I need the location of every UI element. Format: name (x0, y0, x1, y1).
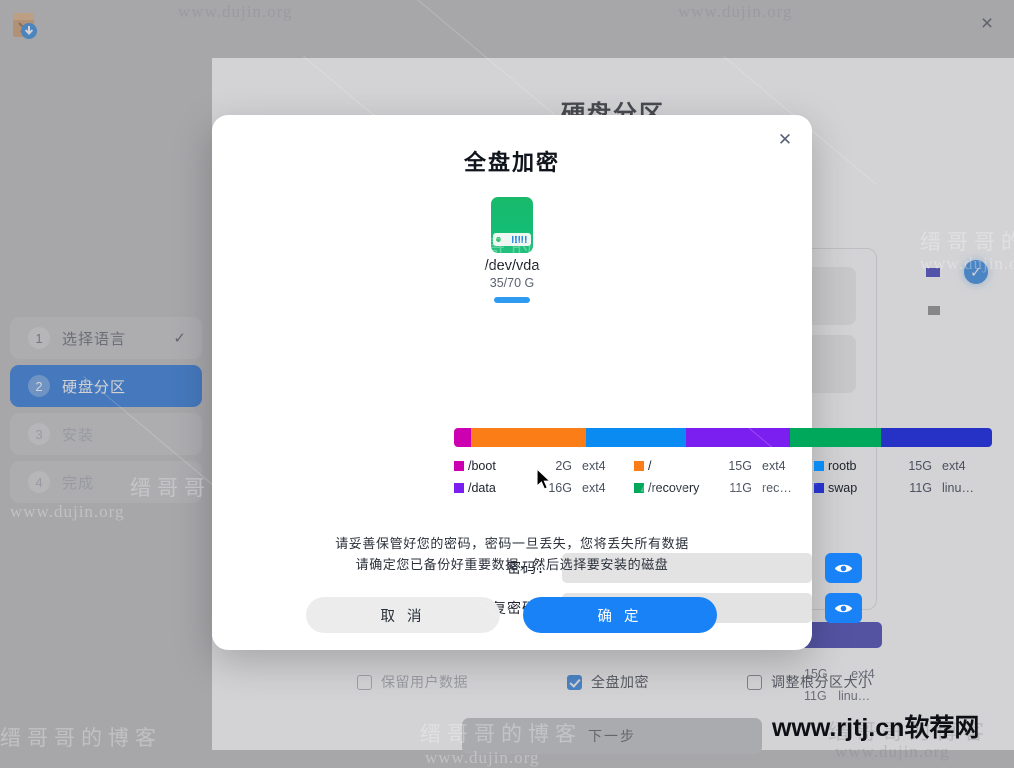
eye-icon (834, 564, 853, 572)
legend-filesystem: ext4 (762, 459, 786, 473)
legend-swatch (634, 483, 644, 493)
legend-filesystem: ext4 (942, 459, 966, 473)
warning-text: 请妥善保管好您的密码，密码一旦丢失，您将丢失所有数据 请确定您已备份好重要数据，… (212, 533, 812, 575)
disk-selected-indicator (494, 297, 530, 303)
hard-disk-icon (491, 197, 533, 253)
legend-filesystem: rec… (762, 481, 792, 495)
legend-filesystem: linu… (942, 481, 974, 495)
legend-swatch (454, 483, 464, 493)
legend-mountpoint: / (648, 459, 652, 473)
legend-item: /boot 2G ext4 (454, 455, 634, 477)
legend-size: 16G (548, 481, 572, 495)
toggle-password-visibility-button[interactable] (825, 553, 862, 583)
partition-segment-2 (585, 428, 686, 447)
partition-bar (454, 428, 992, 447)
legend-swatch (814, 483, 824, 493)
legend-item: rootb 15G ext4 (814, 455, 994, 477)
legend-swatch (634, 461, 644, 471)
watermark-bottom-right: www.rjtj.cn软荐网 (772, 714, 980, 742)
legend-item: /data 16G ext4 (454, 477, 634, 499)
disk-size: 35/70 G (489, 276, 535, 290)
disk-summary: /dev/vda 35/70 G (212, 197, 812, 303)
legend-filesystem: ext4 (582, 459, 606, 473)
partition-segment-4 (789, 428, 881, 447)
dialog-title: 全盘加密 (463, 150, 560, 175)
legend-item: / 15G ext4 (634, 455, 814, 477)
warning-line-2: 请确定您已备份好重要数据，然后选择要安装的磁盘 (355, 557, 669, 572)
legend-mountpoint: /recovery (648, 481, 700, 495)
legend-swatch (454, 461, 464, 471)
legend-size: 15G (908, 459, 932, 473)
legend-item: swap 11G linu… (814, 477, 994, 499)
legend-size: 15G (728, 459, 752, 473)
confirm-button[interactable]: 确 定 (523, 597, 717, 633)
legend-mountpoint: /boot (468, 459, 496, 473)
legend-mountpoint: rootb (828, 459, 857, 473)
disk-name: /dev/vda (484, 258, 540, 274)
legend-swatch (814, 461, 824, 471)
legend-size: 11G (909, 481, 932, 495)
partition-segment-3 (685, 428, 790, 447)
partition-legend: /boot 2G ext4 / 15G ext4 rootb 15G ext4/data 16G e… (454, 455, 994, 499)
full-disk-encryption-dialog: ✕ 全盘加密 /dev/vda 35/70 G /boot 2G ext4/15G e… (212, 115, 992, 650)
legend-size: 11G (729, 481, 752, 495)
legend-size: 2G (555, 459, 572, 473)
toggle-confirm-password-visibility-button[interactable] (825, 593, 862, 623)
warning-line-1: 请妥善保管好您的密码，密码一旦丢失，您将丢失所有数据 (335, 536, 689, 551)
partition-segment-5 (880, 428, 992, 447)
legend-filesystem: ext4 (582, 481, 606, 495)
partition-segment-0 (454, 428, 472, 447)
cancel-button[interactable]: 取 消 (306, 597, 500, 633)
legend-item: /recovery 11G rec… (634, 477, 814, 499)
legend-mountpoint: /data (468, 481, 496, 495)
partition-segment-1 (471, 428, 586, 447)
legend-mountpoint: swap (828, 481, 858, 495)
eye-icon (834, 604, 853, 612)
